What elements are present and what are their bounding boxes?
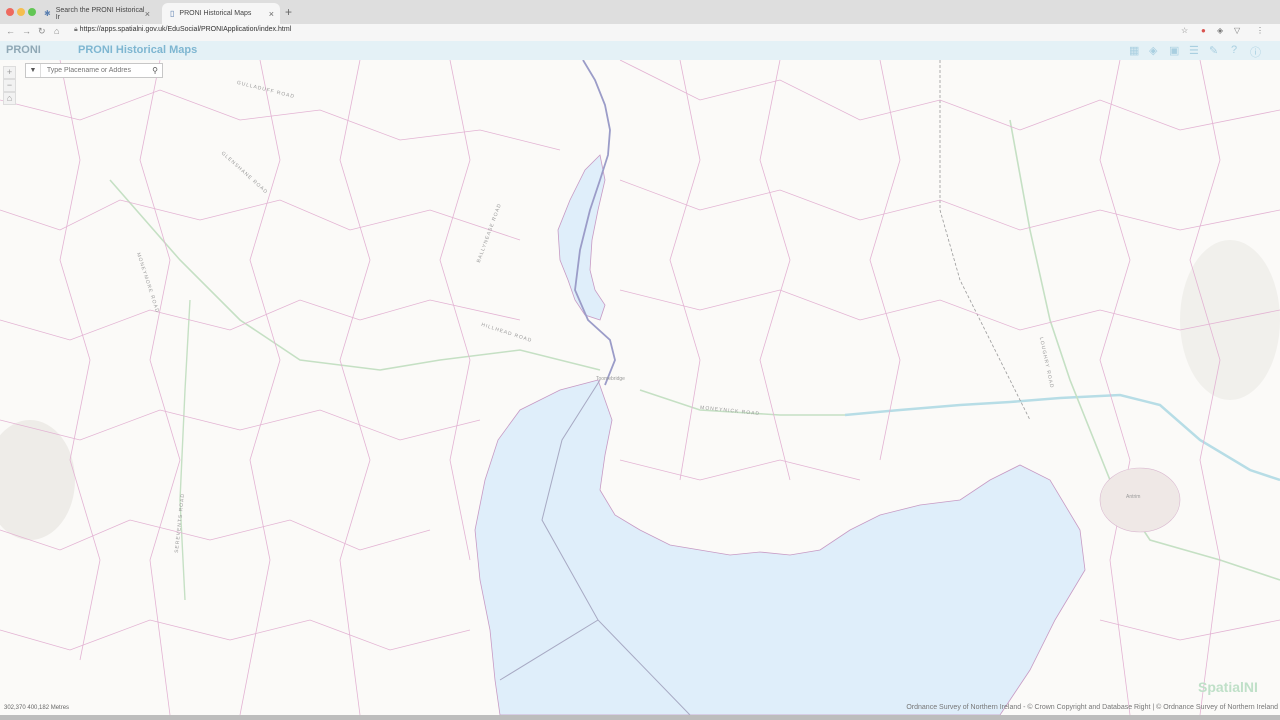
extension-icon[interactable]: ◈	[1217, 26, 1223, 35]
url-text: https://apps.spatialni.gov.uk/EduSocial/…	[79, 26, 292, 33]
window-bottom-edge	[0, 715, 1280, 720]
layers-icon[interactable]: ◈	[1149, 44, 1157, 57]
hill-shading	[0, 420, 75, 540]
map-sheets-icon[interactable]: ▣	[1169, 44, 1179, 57]
search-source-dropdown[interactable]: ▼	[26, 64, 41, 77]
home-extent-button[interactable]: ⌂	[3, 92, 16, 105]
info-icon[interactable]: ⓘ	[1250, 44, 1261, 60]
map-attribution: Ordnance Survey of Northern Ireland - © …	[906, 704, 1278, 711]
menu-icon[interactable]: ⋮	[1256, 26, 1264, 35]
tab-label: Search the PRONI Historical Ir	[55, 6, 145, 21]
spatialni-watermark: SpatialNI	[1198, 679, 1258, 695]
browser-tab-proni-maps[interactable]: ▯ PRONI Historical Maps ×	[162, 3, 280, 24]
forward-icon[interactable]: →	[22, 26, 31, 36]
zoom-out-button[interactable]: −	[3, 79, 16, 92]
search-bar: ▼ ⚲	[25, 63, 163, 78]
close-window-icon[interactable]	[6, 8, 14, 16]
main-road	[179, 299, 191, 601]
motorway	[844, 393, 1280, 482]
education-icon[interactable]: ✎	[1209, 44, 1218, 57]
place-label-toomebridge: Toomebridge	[596, 376, 625, 382]
maximize-window-icon[interactable]	[28, 8, 36, 16]
minimize-window-icon[interactable]	[17, 8, 25, 16]
browser-tab-strip: ✱ Search the PRONI Historical Ir × ▯ PRO…	[0, 0, 1280, 24]
lough-neagh	[474, 379, 1086, 715]
map-graphics	[0, 60, 1280, 715]
railway	[939, 60, 1031, 421]
tab-label: PRONI Historical Maps	[179, 10, 252, 17]
place-label-antrim: Antrim	[1126, 494, 1141, 500]
lough-beg	[557, 154, 606, 321]
app-header: PRONI PRONI Historical Maps ▦ ◈ ▣ ☰ ✎ ? …	[0, 41, 1280, 60]
map-canvas[interactable]: Antrim Toomebridge GULLADUFF ROAD GLENSH…	[0, 60, 1280, 715]
bookmark-star-icon[interactable]: ☆	[1181, 26, 1188, 35]
zoom-in-button[interactable]: +	[3, 66, 16, 79]
search-icon[interactable]: ⚲	[148, 66, 162, 75]
help-icon[interactable]: ?	[1231, 44, 1237, 56]
page-favicon-icon: ✱	[44, 9, 51, 18]
close-tab-icon[interactable]: ×	[145, 9, 150, 19]
coordinate-readout: 302,370 400,182 Metres	[4, 705, 70, 711]
browser-toolbar: ← → ↻ ⌂ 🔒︎ https://apps.spatialni.gov.uk…	[0, 24, 1280, 42]
back-icon[interactable]: ←	[6, 26, 15, 36]
legend-icon[interactable]: ☰	[1189, 44, 1199, 57]
pocket-icon[interactable]: ▽	[1234, 26, 1240, 35]
basemap-gallery-icon[interactable]: ▦	[1129, 44, 1139, 57]
document-icon: ▯	[170, 9, 175, 18]
proni-logo: PRONI	[6, 44, 41, 56]
adblock-icon[interactable]: ●	[1201, 26, 1206, 35]
search-input[interactable]	[40, 66, 149, 75]
browser-tab-search[interactable]: ✱ Search the PRONI Historical Ir ×	[36, 3, 156, 24]
address-bar[interactable]: 🔒︎ https://apps.spatialni.gov.uk/EduSoci…	[74, 26, 291, 34]
antrim-town-area	[1099, 467, 1181, 533]
reload-icon[interactable]: ↻	[38, 26, 46, 37]
close-tab-icon[interactable]: ×	[269, 9, 274, 19]
new-tab-icon[interactable]: +	[285, 5, 292, 19]
home-icon[interactable]: ⌂	[54, 26, 59, 36]
app-title: PRONI Historical Maps	[78, 44, 198, 56]
